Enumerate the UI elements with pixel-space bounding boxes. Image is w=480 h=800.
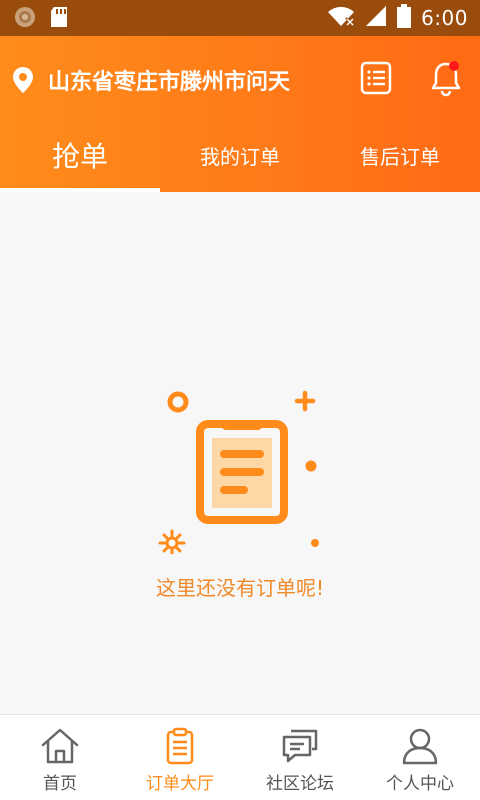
clipboard-icon — [150, 390, 330, 558]
nav-item-community-forum[interactable]: 社区论坛 — [240, 715, 360, 800]
empty-state-illustration — [150, 384, 330, 557]
nav-item-order-hall[interactable]: 订单大厅 — [120, 715, 240, 800]
tab-label: 我的订单 — [200, 145, 280, 169]
home-icon — [40, 727, 80, 765]
tab-label: 售后订单 — [360, 145, 440, 169]
nav-item-profile[interactable]: 个人中心 — [360, 715, 480, 800]
location-bar[interactable]: 山东省枣庄市滕州市问天 — [0, 36, 480, 124]
nav-label: 首页 — [43, 774, 77, 794]
status-time: 6:00 — [421, 6, 468, 30]
nav-label: 社区论坛 — [266, 774, 334, 794]
notification-button[interactable] — [428, 58, 464, 98]
user-icon — [400, 727, 440, 765]
app-badge-icon — [14, 6, 36, 32]
nav-label: 订单大厅 — [146, 774, 214, 794]
bottom-nav: 首页 订单大厅 社区论坛 个人中心 — [0, 714, 480, 800]
list-icon — [358, 61, 394, 102]
tab-label: 抢单 — [51, 140, 108, 173]
tab-my-orders[interactable]: 我的订单 — [160, 124, 320, 192]
location-pin-icon — [12, 66, 34, 98]
signal-icon — [365, 5, 387, 31]
empty-state-message: 这里还没有订单呢! — [155, 576, 325, 600]
location-text: 山东省枣庄市滕州市问天 — [48, 70, 291, 95]
active-tab-indicator — [0, 188, 160, 192]
battery-icon — [397, 4, 412, 32]
chat-icon — [280, 727, 320, 765]
tab-grab-order[interactable]: 抢单 — [0, 124, 160, 192]
tab-bar: 抢单 我的订单 售后订单 — [0, 124, 480, 192]
wifi-icon — [327, 4, 355, 32]
nav-item-home[interactable]: 首页 — [0, 715, 120, 800]
tab-after-sales-orders[interactable]: 售后订单 — [320, 124, 480, 192]
nav-label: 个人中心 — [386, 774, 454, 794]
sd-card-icon — [50, 6, 68, 32]
bell-icon — [428, 61, 464, 102]
app-header: 山东省枣庄市滕州市问天 抢单 我的订单 售后订单 — [0, 36, 480, 192]
order-hall-icon — [160, 727, 200, 765]
list-button[interactable] — [358, 58, 394, 98]
status-bar: 6:00 — [0, 0, 480, 36]
notification-dot — [449, 61, 459, 71]
